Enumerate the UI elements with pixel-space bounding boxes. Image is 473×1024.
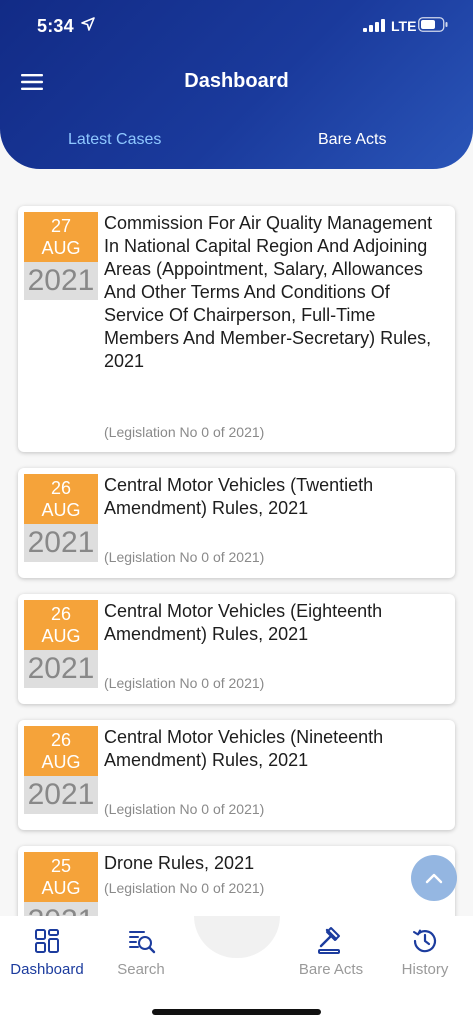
date-day: 25 bbox=[50, 856, 72, 876]
search-doc-icon bbox=[129, 931, 156, 954]
date-badge: 27 AUG 2021 bbox=[24, 212, 98, 300]
network-type: LTE bbox=[391, 18, 417, 34]
cellular-signal-icon bbox=[363, 19, 385, 32]
date-badge: 26 AUG 2021 bbox=[24, 726, 98, 814]
case-title: Commission For Air Quality Management In… bbox=[104, 213, 433, 371]
nav-dashboard[interactable]: Dashboard bbox=[0, 926, 94, 978]
date-badge: 25 AUG 2021 bbox=[24, 852, 98, 916]
date-month: AUG bbox=[41, 500, 81, 520]
case-card[interactable]: 26 AUG 2021 Central Motor Vehicles (Eigh… bbox=[18, 594, 455, 704]
status-bar: 5:34 LTE bbox=[0, 0, 473, 52]
date-day: 26 bbox=[50, 478, 72, 498]
case-subtitle: (Legislation No 0 of 2021) bbox=[104, 880, 265, 896]
case-title: Central Motor Vehicles (Twentieth Amendm… bbox=[104, 475, 374, 518]
date-badge: 26 AUG 2021 bbox=[24, 600, 98, 688]
scroll-to-top-button[interactable] bbox=[411, 855, 457, 901]
date-year: 2021 bbox=[24, 902, 98, 916]
case-title: Central Motor Vehicles (Nineteenth Amend… bbox=[104, 727, 384, 770]
page-title: Dashboard bbox=[184, 70, 289, 92]
case-subtitle: (Legislation No 0 of 2021) bbox=[104, 801, 265, 817]
nav-label: Bare Acts bbox=[298, 961, 364, 978]
case-subtitle: (Legislation No 0 of 2021) bbox=[104, 424, 265, 440]
date-month: AUG bbox=[41, 752, 81, 772]
date-month: AUG bbox=[41, 626, 81, 646]
case-subtitle: (Legislation No 0 of 2021) bbox=[104, 549, 265, 565]
case-title: Central Motor Vehicles (Eighteenth Amend… bbox=[104, 601, 383, 644]
date-year: 2021 bbox=[24, 650, 98, 688]
gavel-icon bbox=[318, 927, 340, 954]
dashboard-icon bbox=[35, 929, 59, 953]
case-title: Drone Rules, 2021 bbox=[104, 853, 255, 873]
tab-latest-cases[interactable]: Latest Cases bbox=[68, 131, 161, 149]
nav-label: Dashboard bbox=[10, 961, 84, 978]
case-card[interactable]: 25 AUG 2021 Drone Rules, 2021 (Legislati… bbox=[18, 846, 455, 916]
date-month: AUG bbox=[41, 878, 81, 898]
date-day: 27 bbox=[50, 216, 72, 236]
history-icon bbox=[413, 929, 437, 953]
date-year: 2021 bbox=[24, 776, 98, 814]
location-arrow-icon bbox=[81, 17, 95, 31]
case-list[interactable]: 27 AUG 2021 Commission For Air Quality M… bbox=[0, 200, 473, 916]
date-year: 2021 bbox=[24, 262, 98, 300]
battery-icon bbox=[418, 17, 448, 32]
case-subtitle: (Legislation No 0 of 2021) bbox=[104, 675, 265, 691]
nav-search[interactable]: Search bbox=[94, 926, 188, 978]
tab-bare-acts[interactable]: Bare Acts bbox=[318, 131, 386, 149]
case-card[interactable]: 26 AUG 2021 Central Motor Vehicles (Nine… bbox=[18, 720, 455, 830]
nav-label: History bbox=[401, 961, 449, 978]
nav-label: Search bbox=[117, 961, 165, 978]
status-time: 5:34 bbox=[37, 16, 74, 36]
home-indicator bbox=[152, 1009, 321, 1015]
date-badge: 26 AUG 2021 bbox=[24, 474, 98, 562]
chevron-up-icon bbox=[425, 873, 443, 884]
nav-bare-acts[interactable]: Bare Acts bbox=[284, 926, 378, 978]
case-card[interactable]: 26 AUG 2021 Central Motor Vehicles (Twen… bbox=[18, 468, 455, 578]
date-day: 26 bbox=[50, 730, 72, 750]
header: 5:34 LTE Dashboard Latest Cases Bare Act… bbox=[0, 0, 473, 169]
date-day: 26 bbox=[50, 604, 72, 624]
nav-history[interactable]: History bbox=[378, 926, 472, 978]
date-month: AUG bbox=[41, 238, 81, 258]
date-year: 2021 bbox=[24, 524, 98, 562]
case-card[interactable]: 27 AUG 2021 Commission For Air Quality M… bbox=[18, 206, 455, 452]
